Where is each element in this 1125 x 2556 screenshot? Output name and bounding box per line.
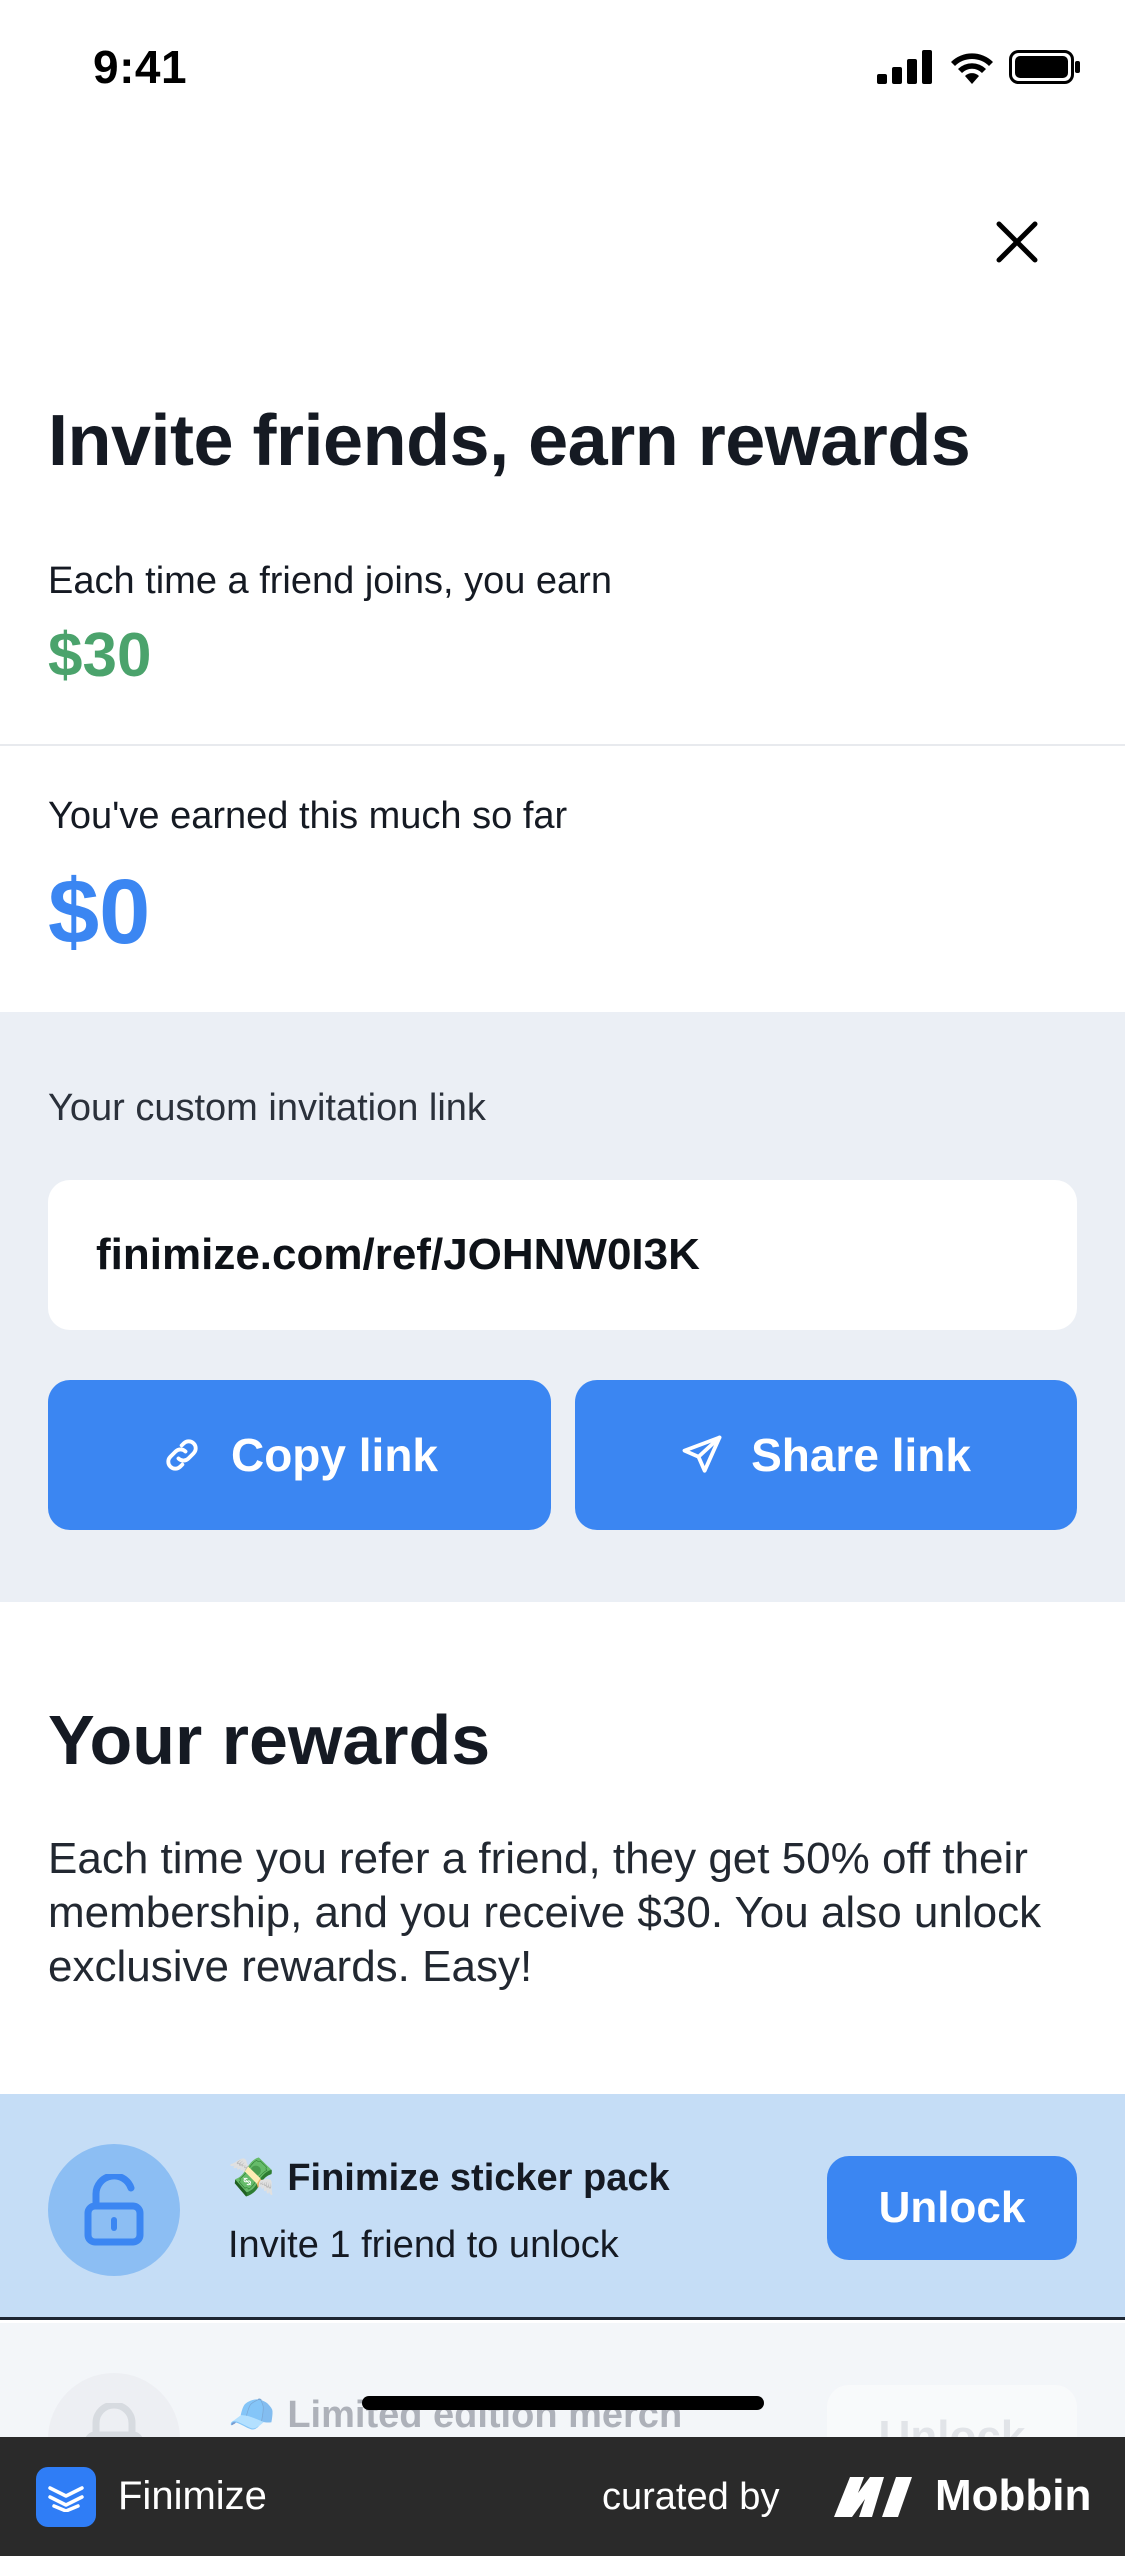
invite-friends-screen: 9:41 Invite friends, earn rewards Each t…	[0, 0, 1125, 2556]
copy-link-label: Copy link	[230, 1429, 439, 1481]
per-friend-earning-label: Each time a friend joins, you earn	[48, 560, 612, 602]
status-time: 9:41	[93, 41, 188, 93]
status-bar: 9:41	[0, 0, 1125, 140]
reward-title-line: 💸 Finimize sticker pack	[228, 2156, 670, 2200]
mobbin-logo-icon	[834, 2477, 912, 2517]
invitation-link-text: finimize.com/ref/JOHNW0I3K	[96, 1230, 700, 1279]
share-link-label: Share link	[751, 1429, 971, 1481]
cap-emoji-icon: 🧢	[228, 2394, 276, 2436]
footer-brand: Mobbin	[935, 2471, 1092, 2520]
share-link-button[interactable]: Share link	[575, 1380, 1077, 1530]
invitation-link-label: Your custom invitation link	[48, 1087, 486, 1129]
cellular-signal-icon	[877, 50, 932, 84]
rewards-description: Each time you refer a friend, they get 5…	[48, 1834, 1042, 1991]
attribution-footer: Finimize curated by Mobbin	[0, 2437, 1125, 2556]
page-title: Invite friends, earn rewards	[48, 401, 971, 481]
finimize-logo-icon	[48, 2486, 84, 2512]
unlock-button-label: Unlock	[878, 2183, 1026, 2232]
earned-so-far-value: $0	[48, 861, 151, 963]
money-emoji-icon: 💸	[228, 2157, 276, 2199]
battery-icon	[1009, 50, 1080, 84]
rewards-title: Your rewards	[48, 1701, 491, 1779]
status-icons	[877, 50, 1081, 84]
link-icon	[166, 1439, 198, 1471]
unlock-button[interactable]: Unlock	[827, 2156, 1077, 2260]
send-icon	[682, 1435, 722, 1473]
reward-item: 💸 Finimize sticker pack Invite 1 friend …	[0, 2094, 1125, 2320]
reward-title: Finimize sticker pack	[287, 2156, 670, 2199]
per-friend-earning-value: $30	[48, 621, 152, 690]
unlocked-padlock-icon	[84, 2174, 144, 2246]
earned-so-far-label: You've earned this much so far	[48, 795, 568, 837]
reward-subtitle: Invite 1 friend to unlock	[228, 2224, 619, 2266]
section-divider	[0, 744, 1125, 746]
reward-lock-badge	[48, 2144, 180, 2276]
footer-app-name: Finimize	[118, 2474, 267, 2518]
close-button[interactable]	[980, 205, 1054, 279]
finimize-app-icon	[36, 2467, 96, 2527]
wifi-icon	[951, 53, 993, 84]
close-icon	[996, 221, 1038, 263]
home-indicator[interactable]	[362, 2396, 764, 2410]
footer-curated-by: curated by	[602, 2476, 780, 2518]
invitation-link-field[interactable]: finimize.com/ref/JOHNW0I3K	[48, 1180, 1077, 1330]
copy-link-button[interactable]: Copy link	[48, 1380, 551, 1530]
